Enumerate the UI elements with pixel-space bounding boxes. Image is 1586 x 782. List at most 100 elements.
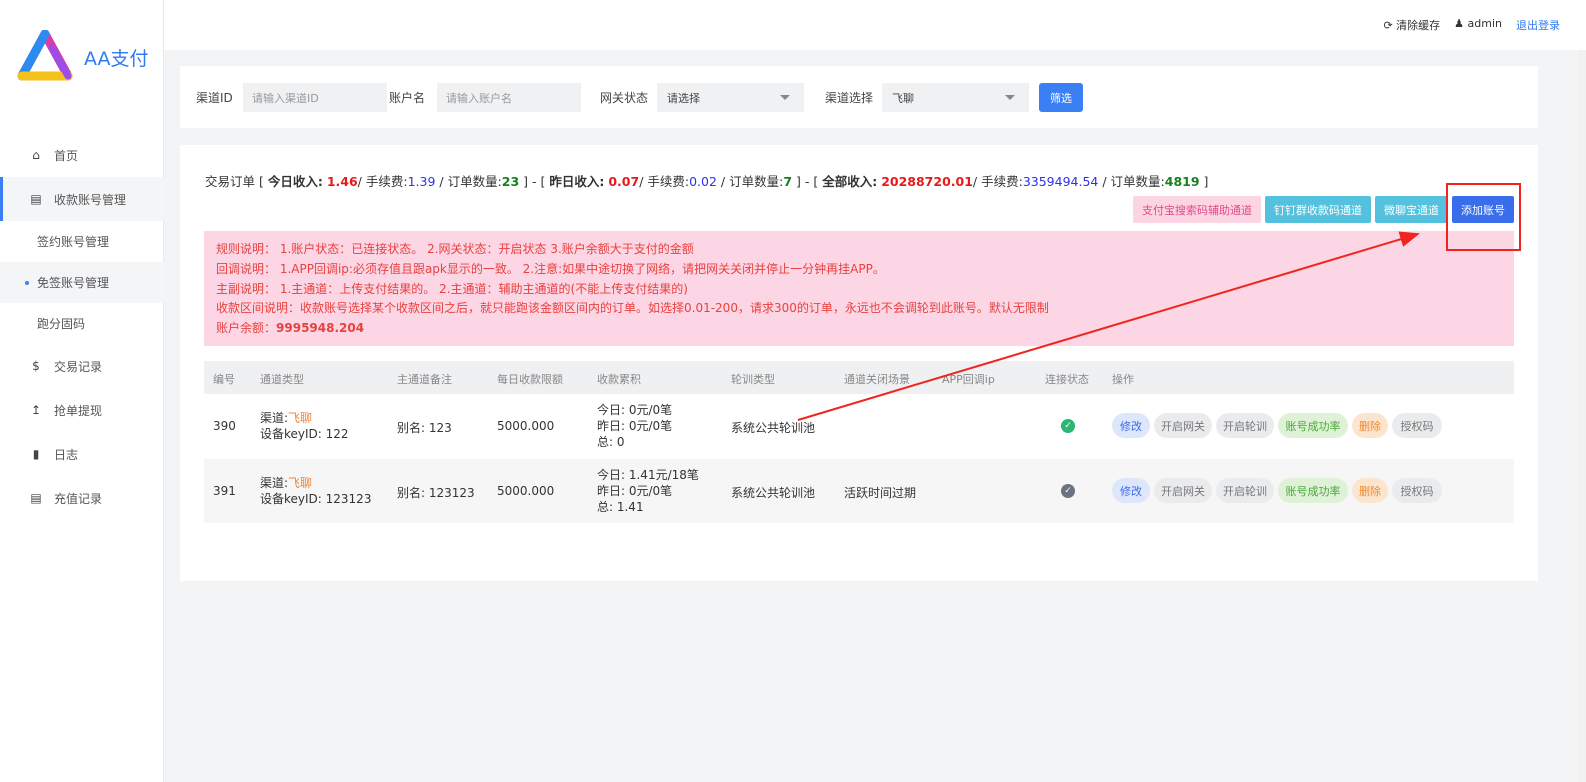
sidebar-item-label: 交易记录 (54, 359, 103, 374)
stats-separator: ] - [ (792, 174, 819, 189)
edit-button[interactable]: 修改 (1112, 413, 1150, 438)
sidebar-item-transactions[interactable]: $ 交易记录 (0, 344, 164, 388)
filter-button[interactable]: 筛选 (1039, 83, 1083, 112)
acc-today: 今日: 0元/0笔 (597, 403, 673, 417)
today-count-label: / 订单数量: (435, 174, 502, 189)
table-header: 编号 通道类型 主通道备注 每日收款限额 收款累积 轮训类型 通道关闭场景 AP… (204, 361, 1514, 394)
sidebar-item-label: 签约账号管理 (37, 235, 110, 249)
sidebar-item-recharge[interactable]: ▤ 充值记录 (0, 476, 164, 520)
acc-today: 今日: 1.41元/18笔 (597, 468, 699, 482)
username: admin (1467, 17, 1502, 30)
column-header: 连接状态 (1045, 373, 1089, 386)
balance-value: 9995948.204 (276, 321, 365, 336)
today-count: 23 (501, 174, 520, 189)
acc-total: 总: 0 (597, 435, 625, 449)
clear-cache-button[interactable]: ⟳ 清除缓存 (1383, 17, 1440, 33)
sidebar-item-home[interactable]: ⌂ 首页 (0, 133, 164, 177)
open-polling-button[interactable]: 开启轮训 (1216, 413, 1274, 438)
channel-label: 渠道: (260, 476, 289, 490)
edit-button[interactable]: 修改 (1112, 478, 1150, 503)
cell-id: 390 (213, 419, 236, 433)
delete-button[interactable]: 删除 (1352, 478, 1388, 503)
table-row: 390 渠道:飞聊 设备keyID: 122 别名: 123 5000.000 今… (204, 394, 1514, 459)
open-gateway-button[interactable]: 开启网关 (1154, 478, 1212, 503)
gateway-status-value: 请选择 (667, 91, 700, 105)
top-actions: ⟳ 清除缓存 ♟ admin 退出登录 (1383, 17, 1560, 33)
column-header: 通道类型 (260, 373, 304, 386)
filter-panel: 渠道ID 请输入渠道ID 账户名 请输入账户名 网关状态 请选择 渠道选择 飞聊… (180, 66, 1538, 128)
order-stats: 交易订单 [ 今日收入: 1.46/ 手续费:1.39 / 订单数量:23 ] … (205, 171, 1208, 190)
cell-poll-type: 系统公共轮训池 (731, 421, 816, 435)
gateway-status-select[interactable]: 请选择 (657, 83, 804, 112)
acc-yesterday: 昨日: 0元/0笔 (597, 484, 673, 498)
alipay-aux-channel-button[interactable]: 支付宝搜索码辅助通道 (1133, 196, 1261, 223)
sidebar-item-label: 免签账号管理 (37, 276, 110, 290)
notice-rules: 规则说明： 1.账户状态：已连接状态。 2.网关状态：开启状态 3.账户余额大于… (216, 242, 694, 256)
sidebar-item-logs[interactable]: ▮ 日志 (0, 432, 164, 476)
total-count-label: / 订单数量: (1098, 174, 1165, 189)
column-header: 操作 (1112, 373, 1134, 386)
table-row: 391 渠道:飞聊 设备keyID: 123123 别名: 123123 5000… (204, 459, 1514, 524)
yesterday-income-label: 昨日收入: (549, 174, 605, 189)
yesterday-fee: 0.02 (689, 174, 717, 189)
accounts-table: 编号 通道类型 主通道备注 每日收款限额 收款累积 轮训类型 通道关闭场景 AP… (204, 361, 1514, 524)
total-fee: 3359494.54 (1022, 174, 1099, 189)
cell-limit: 5000.000 (497, 419, 555, 433)
clear-cache-label: 清除缓存 (1396, 19, 1441, 32)
balance-label: 账户余额： (216, 321, 277, 336)
channel-name: 飞聊 (288, 411, 313, 425)
sidebar-subitem-free-accounts[interactable]: 免签账号管理 (0, 262, 164, 303)
sidebar-subitem-signed-accounts[interactable]: 签约账号管理 (0, 221, 164, 262)
notice-primary: 主副说明： 1.主通道：上传支付结果的。 2.主通道：辅助主通道的(不能上传支付… (216, 281, 688, 296)
auth-code-button[interactable]: 授权码 (1392, 413, 1442, 438)
total-income: 20288720.01 (881, 174, 973, 189)
cell-limit: 5000.000 (497, 484, 555, 498)
stats-separator: ] - [ (519, 174, 546, 189)
dingtalk-channel-button[interactable]: 钉钉群收款码通道 (1265, 196, 1371, 223)
cell-channel: 渠道:飞聊 设备keyID: 122 (260, 410, 349, 442)
sidebar: AA支付 ⌂ 首页 ▤ 收款账号管理 签约账号管理 免签账号管理 跑分固码 $ 交易记… (0, 0, 164, 782)
user-menu[interactable]: ♟ admin (1454, 17, 1502, 33)
upload-icon: ↥ (30, 403, 42, 417)
app-logo[interactable]: AA支付 (16, 29, 149, 84)
scrollbar[interactable] (1578, 50, 1586, 782)
today-income: 1.46 (326, 174, 358, 189)
sidebar-item-label: 日志 (54, 447, 79, 462)
success-rate-button[interactable]: 账号成功率 (1278, 413, 1348, 438)
cell-close-scene: 活跃时间过期 (844, 486, 917, 500)
sidebar-item-label: 抢单提现 (54, 403, 103, 418)
sidebar-item-label: 首页 (54, 148, 79, 163)
column-header: 主通道备注 (397, 373, 452, 386)
channel-select[interactable]: 飞聊 (882, 83, 1029, 112)
sidebar-subitem-fixed-code[interactable]: 跑分固码 (0, 303, 164, 344)
notice-panel: 规则说明： 1.账户状态：已连接状态。 2.网关状态：开启状态 3.账户余额大于… (204, 231, 1514, 346)
success-rate-button[interactable]: 账号成功率 (1278, 478, 1348, 503)
logout-link[interactable]: 退出登录 (1516, 17, 1560, 33)
gateway-status-label: 网关状态 (600, 91, 649, 105)
sidebar-nav: ⌂ 首页 ▤ 收款账号管理 签约账号管理 免签账号管理 跑分固码 $ 交易记录 ↥ 抢单… (0, 133, 164, 520)
channel-id-input[interactable]: 请输入渠道ID (243, 83, 387, 112)
user-icon: ♟ (1454, 17, 1465, 30)
cell-poll-type: 系统公共轮训池 (731, 486, 816, 500)
device-key: 设备keyID: 123123 (260, 492, 372, 506)
list-icon: ▤ (30, 192, 42, 206)
open-gateway-button[interactable]: 开启网关 (1154, 413, 1212, 438)
account-name-label: 账户名 (389, 91, 426, 105)
channel-select-label: 渠道选择 (825, 91, 874, 105)
list-icon: ▤ (30, 491, 42, 505)
total-fee-label: / 手续费: (972, 174, 1023, 189)
device-key: 设备keyID: 122 (260, 427, 349, 441)
sidebar-item-account-management[interactable]: ▤ 收款账号管理 (0, 177, 164, 221)
connection-status-icon: ✓ (1061, 484, 1075, 498)
cell-accumulated: 今日: 1.41元/18笔 昨日: 0元/0笔 总: 1.41 (597, 467, 699, 515)
account-name-input[interactable]: 请输入账户名 (437, 83, 581, 112)
weibo-channel-button[interactable]: 微聊宝通道 (1375, 196, 1448, 223)
open-polling-button[interactable]: 开启轮训 (1216, 478, 1274, 503)
channel-id-label: 渠道ID (196, 91, 233, 105)
sidebar-item-label: 收款账号管理 (54, 192, 127, 207)
auth-code-button[interactable]: 授权码 (1392, 478, 1442, 503)
yesterday-count: 7 (783, 174, 793, 189)
sidebar-item-label: 充值记录 (54, 491, 103, 506)
sidebar-item-withdraw[interactable]: ↥ 抢单提现 (0, 388, 164, 432)
delete-button[interactable]: 删除 (1352, 413, 1388, 438)
